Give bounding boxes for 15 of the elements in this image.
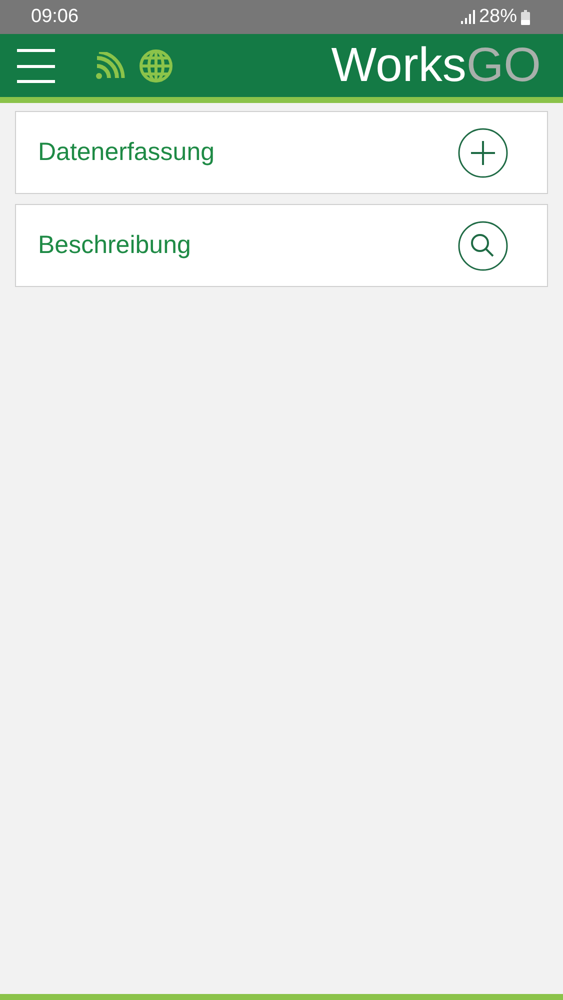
signal-icon xyxy=(460,10,475,24)
search-icon[interactable] xyxy=(458,220,508,270)
menu-label: Beschreibung xyxy=(38,230,191,261)
menu-card[interactable]: Beschreibung xyxy=(15,204,548,287)
add-icon[interactable] xyxy=(458,128,508,178)
menu-card[interactable]: Datenerfassung xyxy=(15,111,548,194)
menu-icon[interactable] xyxy=(17,48,55,82)
battery-percentage: 28% xyxy=(478,4,517,29)
logo-text: GO xyxy=(466,42,541,90)
menu-label: Datenerfassung xyxy=(38,136,215,168)
status-time: 09:06 xyxy=(31,4,79,29)
logo-text: Works xyxy=(331,42,466,90)
wifi-signal-icon xyxy=(95,52,125,80)
globe-icon xyxy=(139,48,173,82)
battery-icon xyxy=(521,10,530,24)
